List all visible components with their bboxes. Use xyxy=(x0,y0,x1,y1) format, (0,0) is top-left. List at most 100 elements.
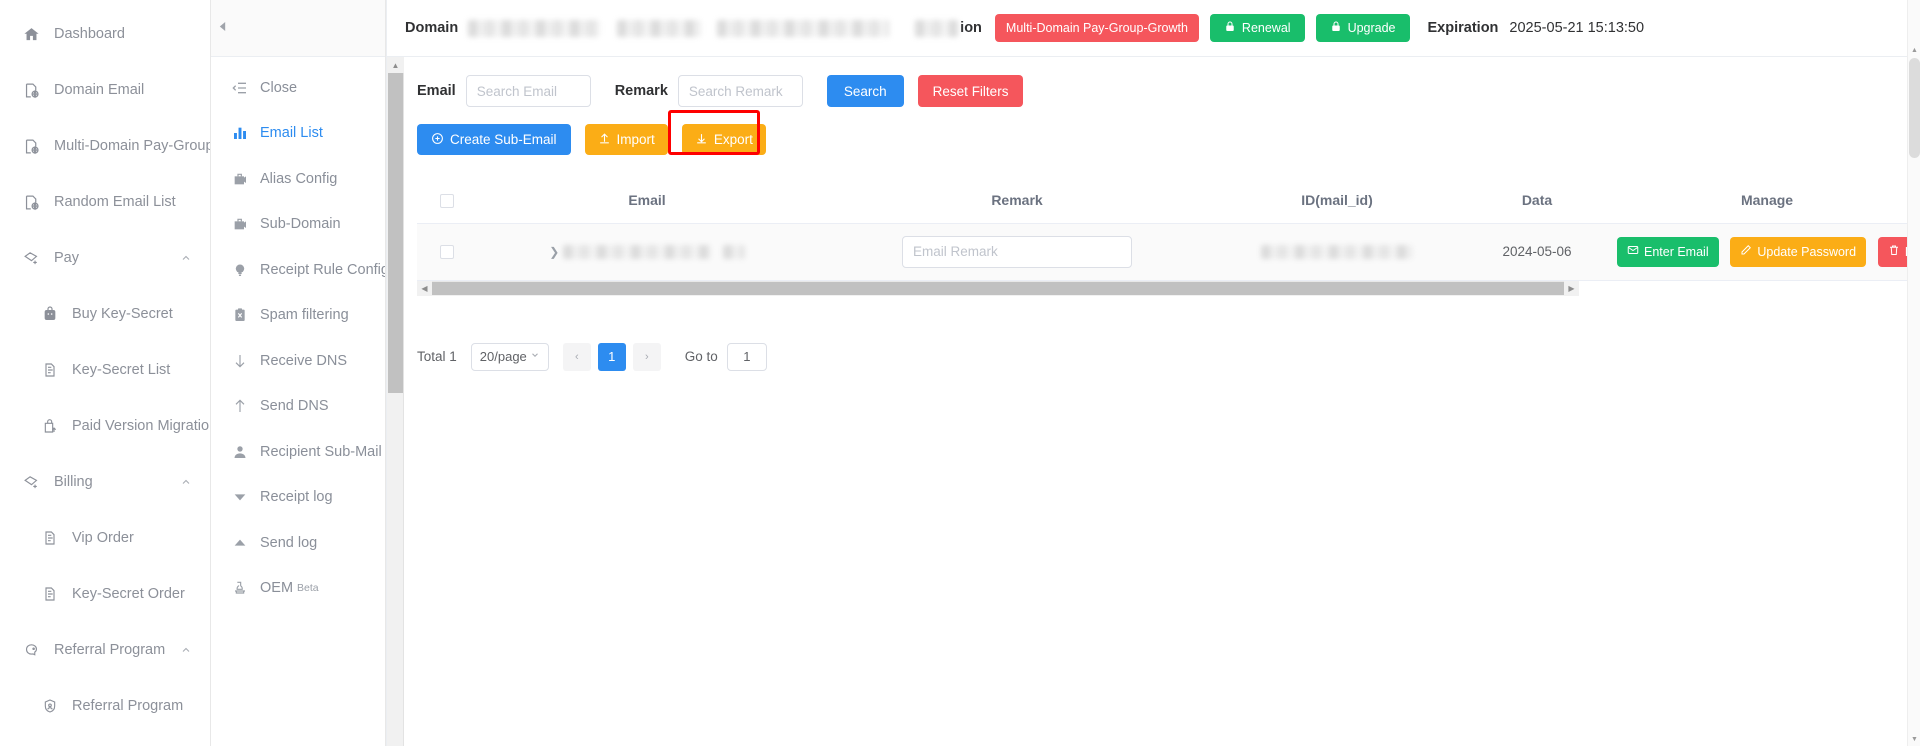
import-button[interactable]: Import xyxy=(584,124,668,155)
collapse-left-icon[interactable] xyxy=(218,21,227,35)
lock-icon xyxy=(1224,20,1236,36)
subnav-item-send-dns[interactable]: Send DNS xyxy=(211,384,385,430)
table-horizontal-scrollbar[interactable]: ◀ ▶ xyxy=(417,280,1579,296)
subnav-item-sub-domain[interactable]: Sub-Domain xyxy=(211,202,385,248)
sidebar-item-key-secret-order[interactable]: Key-Secret Order xyxy=(0,566,210,622)
subnav-item-label: Send DNS xyxy=(260,398,329,415)
subnav-item-label: Send log xyxy=(260,534,318,551)
plan-tag-badge[interactable]: Multi-Domain Pay-Group-Growth xyxy=(994,14,1199,42)
upgrade-button[interactable]: Upgrade xyxy=(1315,14,1410,42)
subnav-item-send-log[interactable]: Send log xyxy=(211,520,385,566)
subnav-item-receipt-log[interactable]: Receipt log xyxy=(211,475,385,521)
mail-icon xyxy=(1627,244,1639,259)
row-mail-id-redacted xyxy=(1261,245,1413,260)
sidebar-item-paid-version-migration[interactable]: Paid Version Migration xyxy=(0,398,210,454)
page-scroll-down-icon[interactable]: ▼ xyxy=(1908,733,1920,746)
hscroll-left-arrow-icon[interactable]: ◀ xyxy=(417,281,432,296)
next-page-button[interactable]: › xyxy=(632,342,661,371)
update-password-button[interactable]: Update Password xyxy=(1730,236,1867,267)
bar-chart-icon xyxy=(231,124,249,142)
page-scroll-up-icon[interactable]: ▲ xyxy=(1908,44,1920,57)
sidebar-item-domain-email[interactable]: Domain Email xyxy=(0,62,210,118)
sidebar-item-referral-program-group[interactable]: Referral Program xyxy=(0,622,210,678)
pagination-bar: Total 1 20/page ‹ 1 › Go to xyxy=(417,342,1920,371)
subnav-item-receipt-rule-config[interactable]: Receipt Rule Config xyxy=(211,247,385,293)
lock-icon xyxy=(1330,20,1342,36)
domain-suffix-text: ion xyxy=(960,20,982,36)
column-header-email: Email xyxy=(477,178,817,224)
sidebar-item-label: Random Email List xyxy=(54,194,176,210)
hscroll-right-arrow-icon[interactable]: ▶ xyxy=(1564,281,1579,296)
domain-email-icon xyxy=(22,137,41,156)
clipboard-x-icon xyxy=(231,306,249,324)
subnav-item-recipient-sub-mail[interactable]: Recipient Sub-Mail xyxy=(211,429,385,475)
row-remark-input[interactable] xyxy=(902,235,1132,268)
search-remark-input[interactable] xyxy=(677,75,803,107)
subnav-item-close[interactable]: Close xyxy=(211,65,385,111)
subnav-item-label: Receipt log xyxy=(260,489,333,506)
sidebar-item-referred-user-list[interactable]: Referred User List xyxy=(0,734,210,746)
content-vertical-scrollbar[interactable]: ▲ xyxy=(387,57,404,746)
sidebar-item-label: Multi-Domain Pay-Group xyxy=(54,138,210,154)
prev-page-button[interactable]: ‹ xyxy=(562,342,591,371)
select-all-checkbox[interactable] xyxy=(440,194,454,209)
chevron-up-icon xyxy=(180,476,192,488)
renewal-button[interactable]: Renewal xyxy=(1209,14,1305,42)
secondary-nav-panel: Close Email List Alias Config Sub-Domain xyxy=(211,0,386,746)
hscroll-thumb[interactable] xyxy=(432,282,1564,295)
scroll-thumb[interactable] xyxy=(388,73,403,393)
domain-topbar: Domain ion Multi-Domain Pay-Group-Growth… xyxy=(386,0,1920,57)
collapse-panel-bar[interactable] xyxy=(211,0,385,57)
reset-filters-button[interactable]: Reset Filters xyxy=(917,75,1024,107)
search-email-input[interactable] xyxy=(465,75,591,107)
close-panel-icon xyxy=(231,79,249,97)
subnav-item-oem[interactable]: OEM Beta xyxy=(211,566,385,612)
expiration-value: 2025-05-21 15:13:50 xyxy=(1509,20,1645,36)
subnav-item-label: OEM xyxy=(260,580,294,597)
row-date-cell: 2024-05-06 xyxy=(1457,223,1617,281)
sidebar-item-multi-domain-pay-group[interactable]: Multi-Domain Pay-Group xyxy=(0,118,210,174)
update-password-label: Update Password xyxy=(1757,244,1857,259)
subnav-item-email-list[interactable]: Email List xyxy=(211,111,385,157)
page-size-select[interactable]: 20/page xyxy=(470,342,549,371)
home-icon xyxy=(22,25,41,44)
export-button[interactable]: Export xyxy=(681,124,766,155)
row-manage-cell: Enter Email Update Password xyxy=(1617,223,1920,281)
page-scroll-thumb[interactable] xyxy=(1909,58,1920,158)
goto-page-input[interactable] xyxy=(726,342,767,371)
domain-email-icon xyxy=(22,81,41,100)
trash-icon xyxy=(1888,244,1900,259)
page-vertical-scrollbar[interactable]: ▲ ▼ xyxy=(1907,0,1920,746)
primary-sidebar: Dashboard Domain Email Multi-Domain Pay-… xyxy=(0,0,211,746)
sidebar-item-label: Referral Program xyxy=(54,642,166,658)
email-filter-label: Email xyxy=(417,83,456,99)
subnav-item-alias-config[interactable]: Alias Config xyxy=(211,156,385,202)
sidebar-item-vip-order[interactable]: Vip Order xyxy=(0,510,210,566)
doc-list-icon xyxy=(40,529,59,548)
subnav-item-receive-dns[interactable]: Receive DNS xyxy=(211,338,385,384)
filter-bar: Email Remark Search Reset Filters xyxy=(417,75,1920,107)
caret-up-icon xyxy=(231,534,249,552)
sidebar-item-dashboard[interactable]: Dashboard xyxy=(0,6,210,62)
enter-email-button[interactable]: Enter Email xyxy=(1617,236,1719,267)
briefcase-icon xyxy=(231,170,249,188)
sidebar-item-referral-program[interactable]: Referral Program xyxy=(0,678,210,734)
column-header-mail-id: ID(mail_id) xyxy=(1217,178,1457,224)
row-checkbox[interactable] xyxy=(440,245,454,260)
scroll-up-arrow-icon[interactable]: ▲ xyxy=(387,57,404,73)
total-count-label: Total 1 xyxy=(417,349,457,364)
sidebar-item-label: Billing xyxy=(54,474,93,490)
page-number-1[interactable]: 1 xyxy=(597,342,626,371)
create-sub-email-button[interactable]: Create Sub-Email xyxy=(417,124,571,155)
subnav-item-label: Sub-Domain xyxy=(260,216,341,233)
subnav-item-spam-filtering[interactable]: Spam filtering xyxy=(211,293,385,339)
search-button[interactable]: Search xyxy=(826,75,904,107)
sidebar-item-pay[interactable]: Pay xyxy=(0,230,210,286)
row-expand-icon[interactable]: ❯ xyxy=(549,245,559,259)
sidebar-item-billing[interactable]: Billing xyxy=(0,454,210,510)
sidebar-item-random-email-list[interactable]: Random Email List xyxy=(0,174,210,230)
subnav-item-label: Email List xyxy=(260,125,323,142)
sidebar-item-buy-key-secret[interactable]: Buy Key-Secret xyxy=(0,286,210,342)
subnav-item-label: Receive DNS xyxy=(260,352,348,369)
sidebar-item-key-secret-list[interactable]: Key-Secret List xyxy=(0,342,210,398)
